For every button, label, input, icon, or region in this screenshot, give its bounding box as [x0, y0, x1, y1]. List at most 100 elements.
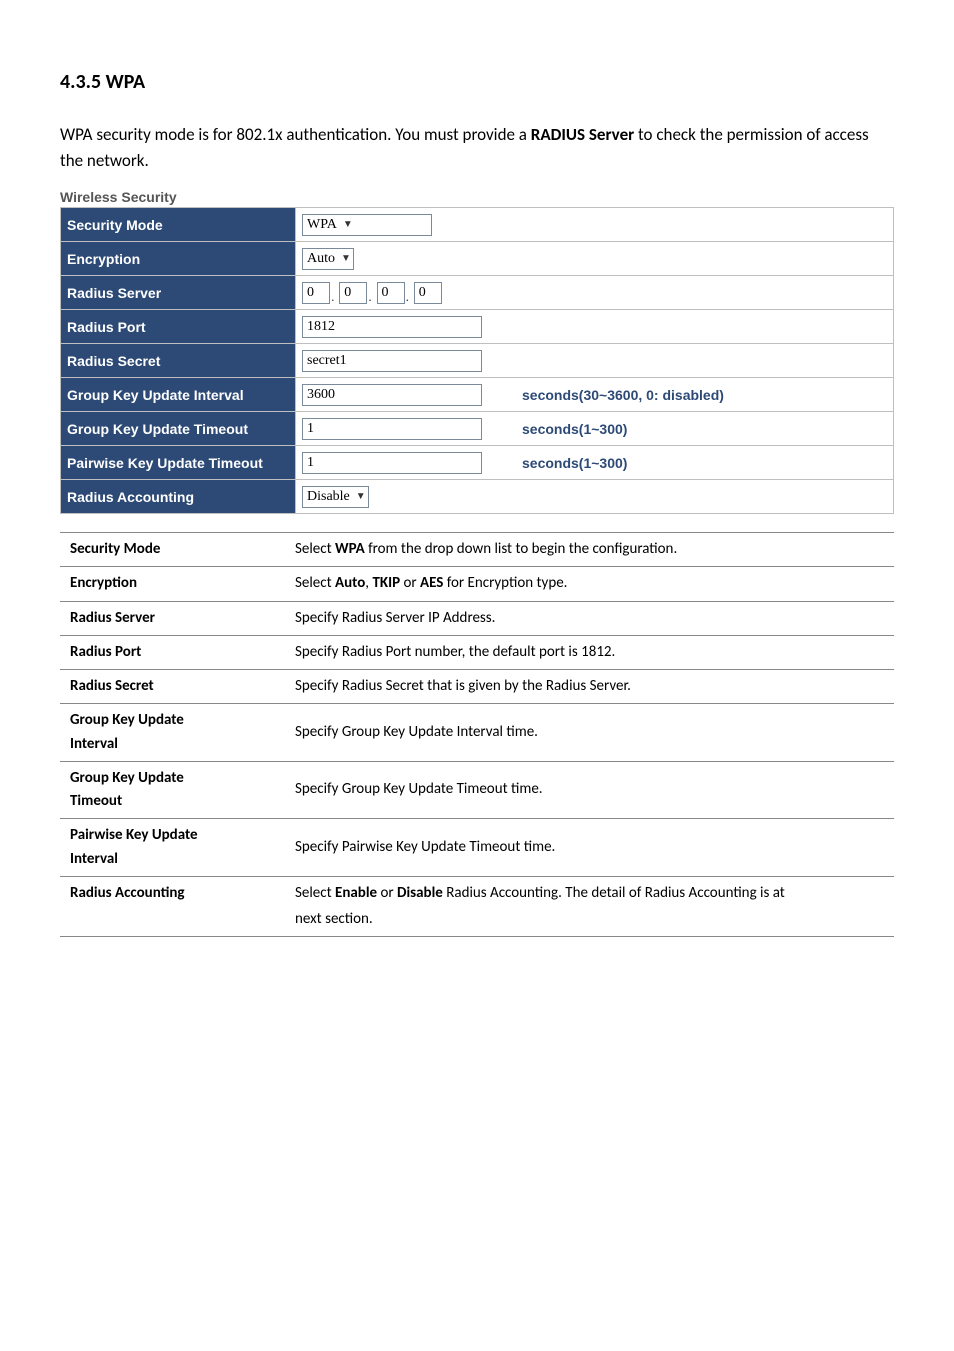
desc-def: Specify Radius Server IP Address. [285, 601, 894, 635]
term-line1: Pairwise Key Update [70, 824, 277, 847]
config-value-cell: 0. 0. 0. 0 [296, 276, 894, 310]
ip-dot: . [331, 289, 335, 304]
config-row: Group Key Update Timeout 1 seconds(1~300… [61, 412, 894, 446]
text: Select [295, 540, 335, 558]
text: Select [295, 884, 335, 902]
desc-def: Specify Group Key Update Timeout time. [285, 761, 894, 819]
desc-row: Radius Server Specify Radius Server IP A… [60, 601, 894, 635]
text-bold: WPA [335, 540, 365, 558]
desc-row: Radius Secret Specify Radius Secret that… [60, 670, 894, 704]
config-row: Radius Port 1812 [61, 310, 894, 344]
desc-term: Encryption [60, 567, 285, 601]
config-row: Group Key Update Interval 3600 seconds(3… [61, 378, 894, 412]
text-bold: Auto [335, 574, 365, 592]
ip-octet-4[interactable]: 0 [414, 282, 442, 304]
desc-term: Pairwise Key Update Interval [60, 819, 285, 877]
desc-def: Select Auto, TKIP or AES for Encryption … [285, 567, 894, 601]
text: or [400, 574, 420, 592]
desc-term: Group Key Update Timeout [60, 761, 285, 819]
term-line2: Interval [70, 848, 277, 871]
radius-secret-input[interactable]: secret1 [302, 350, 482, 372]
hint-text: seconds(1~300) [522, 421, 627, 437]
desc-row: Group Key Update Interval Specify Group … [60, 704, 894, 762]
pairwise-key-timeout-input[interactable]: 1 [302, 452, 482, 474]
text: for Encryption type. [443, 574, 567, 592]
ip-octet-3[interactable]: 0 [377, 282, 405, 304]
desc-row: Pairwise Key Update Interval Specify Pai… [60, 819, 894, 877]
hint-text: seconds(1~300) [522, 455, 627, 471]
intro-pre: WPA security mode is for 802.1x authenti… [60, 124, 531, 145]
radius-port-input[interactable]: 1812 [302, 316, 482, 338]
group-key-interval-input[interactable]: 3600 [302, 384, 482, 406]
ip-dot: . [368, 289, 372, 304]
config-label: Radius Server [61, 276, 296, 310]
config-label: Group Key Update Timeout [61, 412, 296, 446]
intro-paragraph: WPA security mode is for 802.1x authenti… [60, 122, 894, 173]
text-bold: AES [420, 574, 443, 592]
ip-octet-2[interactable]: 0 [339, 282, 367, 304]
config-row: Radius Accounting Disable ▼ [61, 480, 894, 514]
config-label: Pairwise Key Update Timeout [61, 446, 296, 480]
config-label: Radius Port [61, 310, 296, 344]
chevron-down-icon: ▼ [341, 253, 351, 264]
security-mode-select[interactable]: WPA ▼ [302, 214, 432, 236]
config-row: Security Mode WPA ▼ [61, 208, 894, 242]
encryption-select[interactable]: Auto ▼ [302, 248, 354, 270]
config-label: Group Key Update Interval [61, 378, 296, 412]
ip-octet-1[interactable]: 0 [302, 282, 330, 304]
desc-row: Security Mode Select WPA from the drop d… [60, 533, 894, 567]
config-row: Encryption Auto ▼ [61, 242, 894, 276]
config-label: Radius Accounting [61, 480, 296, 514]
chevron-down-icon: ▼ [356, 491, 366, 502]
select-value: Auto [307, 251, 335, 267]
config-value-cell: secret1 [296, 344, 894, 378]
config-label: Radius Secret [61, 344, 296, 378]
term-line1: Group Key Update [70, 767, 277, 790]
term-line1: Group Key Update [70, 709, 277, 732]
config-row: Pairwise Key Update Timeout 1 seconds(1~… [61, 446, 894, 480]
config-value-cell: 3600 seconds(30~3600, 0: disabled) [296, 378, 894, 412]
desc-row: Group Key Update Timeout Specify Group K… [60, 761, 894, 819]
select-value: Disable [307, 489, 350, 505]
panel-title: Wireless Security [60, 189, 894, 205]
term-line2: Interval [70, 733, 277, 756]
text: or [377, 884, 397, 902]
text-bold: TKIP [372, 574, 400, 592]
desc-term: Security Mode [60, 533, 285, 567]
text-bold: Enable [335, 884, 377, 902]
text: Select [295, 574, 335, 592]
desc-row: Encryption Select Auto, TKIP or AES for … [60, 567, 894, 601]
desc-def: Specify Radius Secret that is given by t… [285, 670, 894, 704]
group-key-timeout-input[interactable]: 1 [302, 418, 482, 440]
desc-def: Specify Pairwise Key Update Timeout time… [285, 819, 894, 877]
desc-def: Select Enable or Disable Radius Accounti… [285, 876, 894, 937]
desc-term: Group Key Update Interval [60, 704, 285, 762]
ip-dot: . [406, 289, 410, 304]
text-bold: Disable [397, 884, 443, 902]
desc-term: Radius Accounting [60, 876, 285, 937]
intro-bold: RADIUS Server [531, 124, 634, 145]
config-value-cell: 1 seconds(1~300) [296, 412, 894, 446]
config-value-cell: 1812 [296, 310, 894, 344]
chevron-down-icon: ▼ [343, 219, 353, 230]
desc-def: Specify Group Key Update Interval time. [285, 704, 894, 762]
select-value: WPA [307, 217, 337, 233]
config-table: Security Mode WPA ▼ Encryption Auto ▼ Ra… [60, 207, 894, 514]
desc-term: Radius Port [60, 635, 285, 669]
text: from the drop down list to begin the con… [365, 540, 678, 558]
desc-term: Radius Server [60, 601, 285, 635]
text: next section. [295, 908, 886, 931]
config-row: Radius Secret secret1 [61, 344, 894, 378]
description-table: Security Mode Select WPA from the drop d… [60, 532, 894, 937]
config-value-cell: Disable ▼ [296, 480, 894, 514]
radius-accounting-select[interactable]: Disable ▼ [302, 486, 369, 508]
config-label: Encryption [61, 242, 296, 276]
desc-row: Radius Accounting Select Enable or Disab… [60, 876, 894, 937]
text: Radius Accounting. The detail of Radius … [443, 884, 785, 902]
config-value-cell: 1 seconds(1~300) [296, 446, 894, 480]
section-heading: 4.3.5 WPA [60, 70, 894, 94]
config-value-cell: WPA ▼ [296, 208, 894, 242]
desc-def: Specify Radius Port number, the default … [285, 635, 894, 669]
desc-term: Radius Secret [60, 670, 285, 704]
config-row: Radius Server 0. 0. 0. 0 [61, 276, 894, 310]
